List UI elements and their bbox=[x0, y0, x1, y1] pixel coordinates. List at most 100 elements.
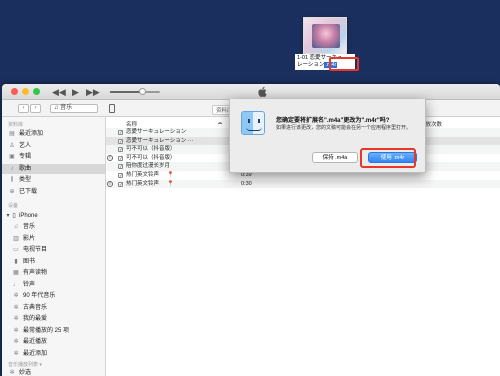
cloud-status-icon: ☁ bbox=[217, 120, 223, 126]
m4r-file-icon[interactable] bbox=[303, 17, 347, 54]
sidebar-item-label: 我的最爱 bbox=[23, 316, 48, 322]
sidebar-device-item[interactable]: ♩ 铃声 bbox=[2, 280, 105, 290]
movies-icon: ▥ bbox=[13, 235, 19, 242]
sidebar-item-label: 90 年代音乐 bbox=[23, 293, 56, 299]
volume-knob[interactable] bbox=[139, 88, 146, 95]
sidebar-item[interactable]: ♙ 艺人 bbox=[2, 141, 105, 151]
sidebar-item-label: 图书 bbox=[23, 258, 36, 265]
sidebar-device-item[interactable]: ▮ 图书 bbox=[2, 257, 105, 267]
sidebar-item-label: 电视节目 bbox=[23, 247, 48, 253]
song-checkbox[interactable]: ✓ bbox=[118, 173, 123, 178]
file-name-line2: レーション bbox=[297, 62, 325, 68]
warning-icon: ! bbox=[107, 180, 113, 187]
sidebar-device-item[interactable]: ✲ 最近添加 bbox=[2, 349, 105, 359]
sidebar-item-label: 最近播放 bbox=[23, 339, 48, 345]
iphone-device-icon[interactable] bbox=[109, 104, 115, 113]
dialog-title: 您确定要将扩展名".m4a"更改为".m4r"吗? bbox=[276, 118, 390, 124]
genius-icon: ✲ bbox=[9, 370, 15, 376]
sidebar-item-label: 艺人 bbox=[19, 142, 32, 149]
sidebar-device-item[interactable]: ▭ 电视节目 bbox=[2, 245, 105, 255]
books-icon: ▮ bbox=[14, 258, 18, 265]
song-checkbox[interactable]: ✓ bbox=[118, 164, 123, 170]
song-checkbox[interactable]: ✓ bbox=[118, 181, 123, 187]
song-name: 热门英文铃声 bbox=[126, 180, 160, 187]
recently-added-icon: ▤ bbox=[9, 131, 15, 137]
sidebar-item-label: 影片 bbox=[23, 235, 36, 242]
music-icon: ♫ bbox=[13, 224, 19, 230]
iphone-icon: ▯ bbox=[12, 213, 16, 219]
playlist-gear-icon: ✲ bbox=[13, 304, 19, 311]
apple-logo-icon bbox=[258, 86, 267, 98]
song-checkbox[interactable]: ✓ bbox=[118, 130, 123, 135]
volume-slider[interactable] bbox=[110, 91, 160, 93]
warning-icon: ! bbox=[107, 154, 113, 161]
song-name: 陪你度过漫长岁月 bbox=[126, 163, 171, 170]
forward-button[interactable]: › bbox=[30, 104, 41, 113]
sidebar-item-label: 最近添加 bbox=[19, 131, 44, 137]
extension-highlight-box bbox=[329, 57, 359, 71]
devices-section-title: 设备 bbox=[8, 203, 19, 209]
sidebar-item[interactable]: ⫼ 类型 bbox=[2, 175, 105, 185]
use-button-highlight-box bbox=[360, 148, 416, 168]
song-name: 恋愛サーキュレーション ··· bbox=[126, 137, 194, 144]
column-header-name[interactable]: 名称 bbox=[126, 120, 137, 128]
media-type-select[interactable]: ♫ 音乐 bbox=[50, 104, 98, 113]
song-duration: 0:30 bbox=[241, 180, 252, 187]
sidebar-device-item[interactable]: ▥ 影片 bbox=[2, 234, 105, 244]
titlebar: ◀◀ ▶ ▶▶ bbox=[2, 84, 500, 100]
artists-icon: ♙ bbox=[9, 142, 15, 149]
sidebar-device-item[interactable]: ✲ 最常播放的 25 项 bbox=[2, 326, 105, 336]
table-row[interactable]: ! ✓ 热门英文铃声 📍 0:30 bbox=[106, 179, 500, 189]
pin-icon: 📍 bbox=[167, 180, 174, 187]
song-checkbox[interactable]: ✓ bbox=[118, 138, 123, 144]
playlist-gear-icon: ✲ bbox=[13, 327, 19, 334]
sidebar-device-item[interactable]: ✲ 最近播放 bbox=[2, 337, 105, 347]
tv-shows-icon: ▭ bbox=[13, 247, 19, 253]
sidebar-device-iphone[interactable]: ▾ ▯ iPhone bbox=[2, 211, 105, 221]
song-name: 恋愛サーキュレーション bbox=[126, 129, 187, 135]
sidebar-item-label: 音乐 bbox=[23, 224, 36, 230]
sidebar-device-item[interactable]: ▦ 有声读物 bbox=[2, 268, 105, 278]
song-checkbox[interactable]: ✓ bbox=[118, 155, 123, 161]
audiobooks-icon: ▦ bbox=[13, 270, 19, 276]
album-art-thumbnail bbox=[312, 24, 340, 48]
minimize-button[interactable] bbox=[22, 88, 29, 95]
dialog-message: 如果进行该更改，您的文稿可能会在另一个应用程序里打开。 bbox=[276, 125, 412, 131]
pin-icon: 📍 bbox=[167, 172, 174, 178]
playlist-gear-icon: ✲ bbox=[13, 293, 19, 299]
sidebar-item-label: 类型 bbox=[19, 177, 32, 183]
tones-icon: ♩ bbox=[13, 281, 19, 288]
close-button[interactable] bbox=[11, 88, 18, 95]
sidebar-device-item[interactable]: ✲ 我的最爱 bbox=[2, 314, 105, 324]
finder-icon bbox=[241, 111, 265, 135]
sidebar-item-label: 专辑 bbox=[19, 154, 32, 160]
sidebar-device-item[interactable]: ✲ 90 年代音乐 bbox=[2, 291, 105, 301]
song-name: 可不可以（抖音版） bbox=[126, 154, 176, 161]
keep-m4a-button[interactable]: 保持 .m4a bbox=[312, 152, 358, 163]
next-track-icon[interactable]: ▶▶ bbox=[86, 87, 100, 97]
sidebar-item[interactable]: ▤ 最近添加 bbox=[2, 129, 105, 139]
playlist-gear-icon: ✲ bbox=[13, 350, 19, 357]
maximize-button[interactable] bbox=[33, 88, 40, 95]
sidebar-item[interactable]: ▣ 专辑 bbox=[2, 152, 105, 162]
previous-track-icon[interactable]: ◀◀ bbox=[52, 87, 66, 97]
sidebar-item-label: 铃声 bbox=[23, 281, 36, 288]
sidebar: 资料库 ▤ 最近添加 ♙ 艺人 ▣ 专辑 ♪ 歌曲 ⫼ 类型 ⊕ 已下载 设备 ▾ ▯ iPhone … bbox=[2, 117, 106, 376]
sidebar-device-item[interactable]: ♫ 音乐 bbox=[2, 222, 105, 232]
sidebar-item-label: 已下载 bbox=[19, 188, 38, 195]
library-section-title: 资料库 bbox=[8, 122, 24, 128]
sidebar-item[interactable]: ♪ 歌曲 bbox=[2, 163, 105, 174]
sidebar-device-item[interactable]: ✲ 古典音乐 bbox=[2, 303, 105, 313]
sidebar-item-label: 妙选 bbox=[19, 370, 32, 376]
genres-icon: ⫼ bbox=[10, 177, 14, 183]
song-checkbox[interactable]: ✓ bbox=[118, 147, 123, 153]
playlist-gear-icon: ✲ bbox=[13, 339, 19, 345]
playlists-section-title[interactable]: 音乐播放列表 ▾ bbox=[8, 361, 42, 368]
sidebar-item-label: 最常播放的 25 项 bbox=[23, 327, 70, 334]
sidebar-item-label: 歌曲 bbox=[19, 165, 32, 172]
play-icon[interactable]: ▶ bbox=[72, 87, 79, 97]
sidebar-item-playlist[interactable]: ✲ 妙选 bbox=[2, 368, 105, 376]
sidebar-item[interactable]: ⊕ 已下载 bbox=[2, 187, 105, 197]
song-name: 热门英文铃声 bbox=[126, 172, 160, 178]
back-button[interactable]: ‹ bbox=[18, 104, 29, 113]
